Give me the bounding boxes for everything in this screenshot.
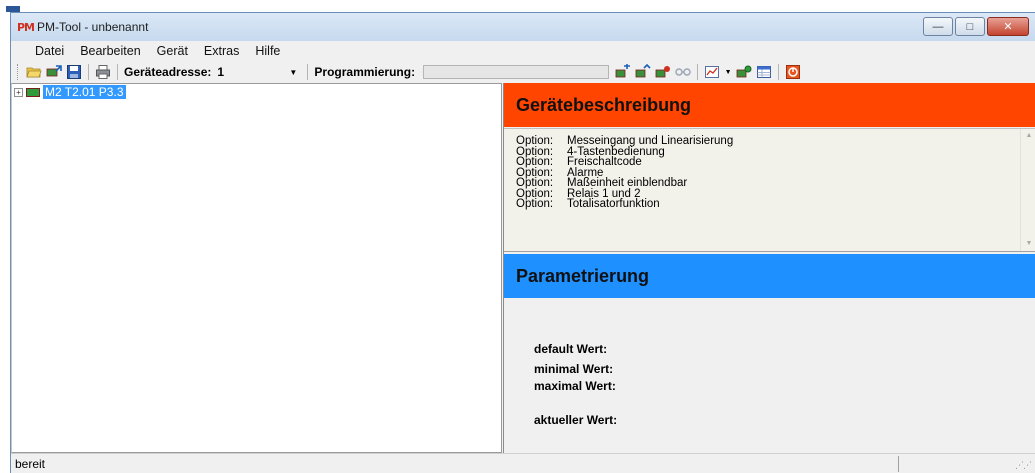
tree-node-label[interactable]: M2 T2.01 P3.3	[43, 85, 126, 99]
option-text: Totalisatorfunktion	[567, 198, 660, 210]
maximal-value-label: maximal Wert:	[534, 379, 616, 393]
window-controls: — □ ✕	[923, 17, 1029, 36]
device-address-value: 1	[217, 65, 225, 79]
device-read-icon[interactable]	[46, 64, 62, 80]
menu-extras[interactable]: Extras	[196, 44, 247, 58]
chart-icon[interactable]	[704, 64, 720, 80]
tree-expand-icon[interactable]: +	[14, 87, 23, 97]
toolbar-separator	[307, 64, 309, 80]
close-button[interactable]: ✕	[987, 17, 1029, 36]
save-icon[interactable]	[66, 64, 82, 80]
option-prefix: Option:	[516, 135, 554, 147]
device-tree-pane[interactable]: + M2 T2.01 P3.3	[11, 83, 502, 453]
programming-progress-bar	[423, 65, 610, 79]
option-list: Option: Messeingang und Linearisierung Op…	[516, 135, 733, 210]
app-window: PM PM-Tool - unbenannt — □ ✕ Datei Bearb…	[10, 12, 1035, 473]
device-address-label: Geräteadresse:	[124, 65, 212, 79]
window-title: PM-Tool - unbenannt	[37, 20, 149, 34]
option-line: Option: Totalisatorfunktion	[516, 198, 733, 210]
option-prefix: Option:	[516, 198, 554, 210]
title-bar[interactable]: PM PM-Tool - unbenannt — □ ✕	[11, 13, 1035, 41]
minimize-button[interactable]: —	[923, 17, 953, 36]
option-line: Option: Freischaltcode	[516, 156, 733, 168]
default-value-label: default Wert:	[534, 342, 608, 356]
parameter-header: Parametrierung	[504, 254, 1035, 298]
details-pane: Gerätebeschreibung Option: Messeingang un…	[503, 83, 1035, 453]
app-logo-icon: PM	[17, 19, 35, 35]
scroll-up-icon[interactable]: ▲	[1021, 129, 1035, 143]
parameter-panel: default Wert: minimal Wert: maximal Wert…	[504, 298, 1035, 453]
status-bar: bereit ⋰⋰	[11, 453, 1035, 473]
toolbar-separator	[697, 64, 699, 80]
open-folder-icon[interactable]	[26, 64, 42, 80]
resize-grip-icon[interactable]: ⋰⋰	[1015, 460, 1032, 471]
description-panel[interactable]: Option: Messeingang und Linearisierung Op…	[504, 128, 1035, 252]
description-header: Gerätebeschreibung	[504, 83, 1035, 127]
minimal-value-label: minimal Wert:	[534, 362, 614, 376]
toolbar-grip[interactable]	[17, 64, 20, 80]
app-logo-text: PM	[17, 20, 35, 34]
toolbar: Geräteadresse: 1 ▼ Programmierung: ▼	[11, 61, 1035, 83]
parameter-title: Parametrierung	[516, 265, 650, 286]
option-prefix: Option:	[516, 177, 554, 189]
chevron-down-icon[interactable]: ▼	[287, 68, 299, 77]
device-address-select[interactable]: 1 ▼	[215, 63, 299, 81]
info-icon[interactable]	[785, 64, 801, 80]
device-icon	[26, 87, 40, 97]
description-scrollbar[interactable]: ▲ ▼	[1020, 129, 1035, 251]
device-settings-icon[interactable]	[736, 64, 752, 80]
current-value-label: aktueller Wert:	[534, 413, 618, 427]
description-title: Gerätebeschreibung	[516, 94, 692, 115]
menu-datei[interactable]: Datei	[27, 44, 72, 58]
table-icon[interactable]	[756, 64, 772, 80]
tree-node[interactable]: + M2 T2.01 P3.3	[14, 85, 126, 99]
maximize-button[interactable]: □	[955, 17, 985, 36]
chevron-down-icon[interactable]: ▼	[724, 64, 732, 80]
toolbar-separator	[88, 64, 89, 80]
programming-label: Programmierung:	[314, 65, 416, 79]
option-prefix: Option:	[516, 156, 554, 168]
connection-icon[interactable]	[675, 64, 691, 80]
print-icon[interactable]	[95, 64, 111, 80]
menu-bar: Datei Bearbeiten Gerät Extras Hilfe	[11, 41, 1035, 61]
menu-hilfe[interactable]: Hilfe	[247, 44, 288, 58]
toolbar-separator	[117, 64, 118, 80]
status-text: bereit	[15, 457, 46, 471]
device-write-icon[interactable]	[655, 64, 671, 80]
device-transfer-icon[interactable]	[615, 64, 631, 80]
device-compare-icon[interactable]	[635, 64, 651, 80]
scroll-down-icon[interactable]: ▼	[1021, 237, 1035, 251]
toolbar-separator	[778, 64, 780, 80]
menu-geraet[interactable]: Gerät	[149, 44, 196, 58]
menu-bearbeiten[interactable]: Bearbeiten	[72, 44, 148, 58]
status-separator	[898, 456, 899, 472]
